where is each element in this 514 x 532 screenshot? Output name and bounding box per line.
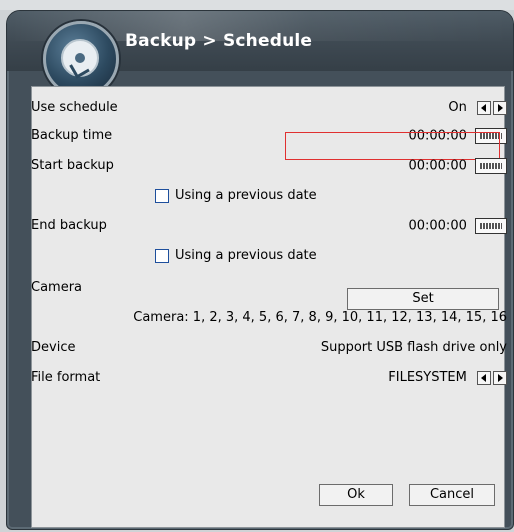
start-backup-row: Start backup 00:00:00: [31, 155, 507, 177]
start-previous-date-label: Using a previous date: [175, 188, 317, 203]
end-previous-date-label: Using a previous date: [175, 248, 317, 263]
start-backup-value[interactable]: 00:00:00: [408, 159, 466, 174]
page-title: Backup > Schedule: [125, 31, 313, 51]
start-previous-date-checkbox[interactable]: [155, 188, 169, 203]
use-schedule-value-group: On: [448, 100, 507, 115]
end-backup-value[interactable]: 00:00:00: [408, 219, 466, 234]
start-previous-date-row: Using a previous date: [31, 185, 507, 207]
end-previous-date-row: Using a previous date: [31, 245, 507, 267]
start-backup-value-group[interactable]: 00:00:00: [408, 158, 507, 174]
disc-icon: [61, 39, 99, 79]
top-stripe: [0, 0, 514, 10]
end-previous-date-checkbox[interactable]: [155, 248, 169, 263]
refresh-arrow-icon: [69, 58, 90, 79]
ok-button[interactable]: Ok: [319, 484, 393, 506]
file-format-row: File format FILESYSTEM: [31, 367, 507, 389]
left-arrow-icon[interactable]: [477, 370, 491, 385]
start-backup-label: Start backup: [31, 158, 114, 173]
end-previous-date-option[interactable]: Using a previous date: [155, 248, 317, 263]
file-format-label: File format: [31, 370, 101, 385]
keyboard-icon[interactable]: [475, 158, 507, 174]
end-backup-label: End backup: [31, 218, 107, 233]
file-format-arrows: [475, 370, 507, 385]
camera-list: Camera: 1, 2, 3, 4, 5, 6, 7, 8, 9, 10, 1…: [133, 310, 507, 325]
left-arrow-icon[interactable]: [477, 100, 491, 115]
camera-label: Camera: [31, 280, 83, 295]
start-previous-date-option[interactable]: Using a previous date: [155, 188, 317, 203]
use-schedule-row: Use schedule On: [31, 97, 507, 119]
file-format-value: FILESYSTEM: [388, 370, 467, 385]
window-header: Backup > Schedule: [7, 11, 513, 97]
file-format-value-group: FILESYSTEM: [388, 370, 507, 385]
device-label: Device: [31, 340, 76, 355]
backup-schedule-window: Backup > Schedule Use schedule On Backup…: [6, 10, 514, 530]
camera-list-row: Camera: 1, 2, 3, 4, 5, 6, 7, 8, 9, 10, 1…: [31, 307, 507, 329]
device-value: Support USB flash drive only: [320, 340, 507, 355]
use-schedule-value: On: [448, 100, 467, 115]
device-row: Device Support USB flash drive only: [31, 337, 507, 359]
end-backup-value-group[interactable]: 00:00:00: [408, 218, 507, 234]
right-arrow-icon[interactable]: [493, 100, 507, 115]
use-schedule-arrows: [475, 100, 507, 115]
use-schedule-label: Use schedule: [31, 100, 118, 115]
right-arrow-icon[interactable]: [493, 370, 507, 385]
keyboard-icon[interactable]: [475, 218, 507, 234]
backup-time-label: Backup time: [31, 128, 113, 143]
cancel-button[interactable]: Cancel: [409, 484, 495, 506]
end-backup-row: End backup 00:00:00: [31, 215, 507, 237]
